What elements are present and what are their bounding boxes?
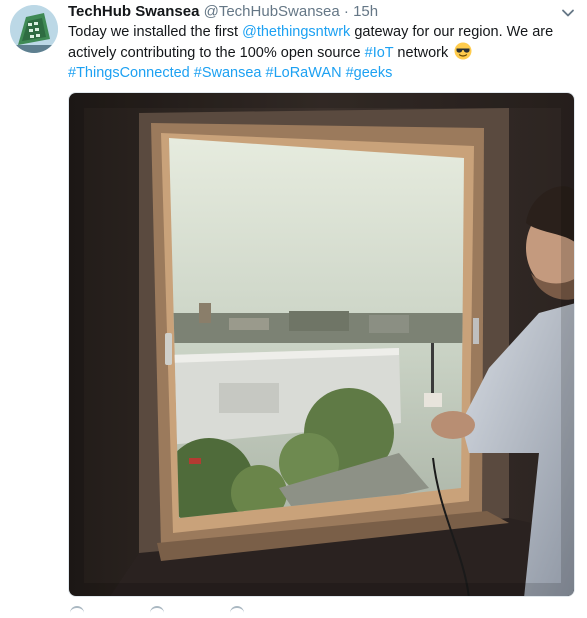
author-handle[interactable]: @TechHubSwansea (204, 3, 340, 20)
tweet-text-prefix: Today we installed the first (68, 24, 243, 40)
hashtag-link[interactable]: #Swansea (194, 65, 262, 81)
avatar[interactable] (10, 5, 58, 53)
author-name[interactable]: TechHub Swansea (68, 3, 199, 20)
tweet: TechHub Swansea @TechHubSwansea · 15h To… (0, 0, 587, 615)
tweet-header: TechHub Swansea @TechHubSwansea · 15h (68, 3, 557, 23)
techhub-avatar-icon (10, 5, 58, 53)
header-separator: · (343, 3, 349, 20)
reply-icon[interactable] (70, 606, 84, 618)
hashtag-link[interactable]: #geeks (346, 65, 393, 81)
retweet-icon[interactable] (150, 606, 164, 618)
hashtag-iot[interactable]: #IoT (365, 45, 394, 61)
chevron-down-icon[interactable] (561, 6, 575, 20)
tweet-text: Today we installed the first @thethingsn… (68, 22, 573, 83)
sunglasses-emoji-icon (454, 42, 472, 60)
tweet-timestamp[interactable]: 15h (353, 3, 378, 20)
tweet-actions-row (68, 606, 368, 618)
hashtag-link[interactable]: #LoRaWAN (266, 65, 342, 81)
tweet-text-suffix: network (393, 45, 449, 61)
hashtag-link[interactable]: #ThingsConnected (68, 65, 190, 81)
mention-link[interactable]: @thethingsntwrk (242, 24, 350, 40)
tweet-photo[interactable] (68, 92, 575, 597)
window-gateway-photo (69, 93, 574, 596)
like-icon[interactable] (230, 606, 244, 618)
